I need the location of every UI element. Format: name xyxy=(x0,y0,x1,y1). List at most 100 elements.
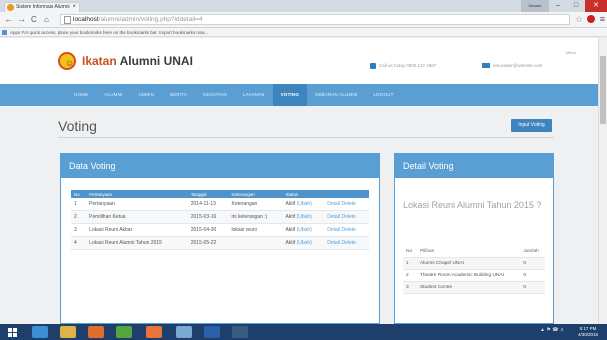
column-header: Pilihan xyxy=(416,246,521,258)
explorer-taskbar-icon[interactable] xyxy=(60,326,76,338)
phone-icon xyxy=(370,63,376,69)
delete-link[interactable]: Delete xyxy=(341,214,355,220)
detail-link[interactable]: Detail xyxy=(327,240,340,246)
close-window-button[interactable]: ✕ xyxy=(585,0,607,12)
delete-link[interactable]: Delete xyxy=(341,240,355,246)
column-header: No xyxy=(403,246,417,258)
apps-icon[interactable] xyxy=(2,30,7,35)
ie-taskbar-icon[interactable] xyxy=(32,326,48,338)
phone-text: Call us today 0800 122 4567 xyxy=(379,63,437,69)
menu-hint[interactable]: Menu xyxy=(566,50,576,55)
table-cell: Detail Delete xyxy=(324,198,369,211)
table-header-row: No Pertanyaan Tanggal Keterangan Status xyxy=(71,190,369,198)
nav-items: HOME ALUMNI ADMIN BERITA KEGIATAN LAYANAN VOTI… xyxy=(66,84,402,106)
table-cell: Detail Delete xyxy=(324,210,369,224)
question-cell: Pertanyaan xyxy=(89,201,115,207)
forward-icon[interactable]: → xyxy=(17,14,26,25)
word-taskbar-icon[interactable] xyxy=(204,326,220,338)
system-tray[interactable]: ▲ ⚑ ☎ ♬ xyxy=(540,327,565,333)
opera-icon[interactable] xyxy=(587,15,595,23)
change-status-link[interactable]: (Ubah) xyxy=(297,240,312,246)
site-brand[interactable]: Ikatan Alumni UNAI xyxy=(82,54,193,68)
nav-item-kegiatan[interactable]: KEGIATAN xyxy=(195,84,235,106)
url-path: /alumni/admin/voting.php?iddetail=4 xyxy=(98,16,203,23)
option-no-cell: 2 xyxy=(403,269,417,282)
delete-link[interactable]: Delete xyxy=(341,227,355,233)
option-jumlah-cell: 0 xyxy=(520,269,545,282)
table-cell: Detail Delete xyxy=(324,223,369,237)
back-icon[interactable]: ← xyxy=(4,14,13,25)
status-text: Aktif xyxy=(285,214,296,220)
row-number: 1 xyxy=(74,201,77,207)
column-header: Status xyxy=(282,190,325,198)
table-cell: Keterangan xyxy=(228,198,283,211)
delete-link[interactable]: Delete xyxy=(341,201,355,207)
minimize-button[interactable]: – xyxy=(549,0,567,12)
detail-link[interactable]: Detail xyxy=(327,227,340,233)
maximize-button[interactable]: □ xyxy=(567,0,585,12)
nav-item-berita[interactable]: BERITA xyxy=(162,84,195,106)
detail-link[interactable]: Detail xyxy=(327,214,340,220)
contact-email: emucaker@website.com xyxy=(482,63,542,69)
address-bar-row: ← → C ⌂ localhost/alumni/admin/voting.ph… xyxy=(0,12,607,28)
logo-smile-icon: ☺ xyxy=(65,58,75,68)
question-cell: Pemilihan Ketua xyxy=(89,214,126,220)
table-cell: Pertanyaan xyxy=(86,198,188,211)
change-status-link[interactable]: (Ubah) xyxy=(297,214,312,220)
nav-item-alumni[interactable]: ALUMNI xyxy=(96,84,130,106)
date-cell: 2015-04-30 xyxy=(190,227,217,233)
poll-question: Lokasi Reuni Alumni Tahun 2015 ? xyxy=(403,200,542,210)
user-badge[interactable]: Ubuntu xyxy=(521,0,549,12)
table-cell: 2015-03-16 xyxy=(187,210,229,224)
email-text[interactable]: emucaker@website.com xyxy=(493,63,542,68)
nav-item-voting[interactable]: VOTING xyxy=(272,84,308,106)
firefox-taskbar-icon[interactable] xyxy=(88,326,104,338)
table-cell: Lokasi Reuni Akbar xyxy=(86,223,188,237)
option-pilihan-cell: Student Centre xyxy=(416,281,521,294)
nav-item-admin[interactable]: ADMIN xyxy=(131,84,163,106)
home-icon[interactable]: ⌂ xyxy=(44,14,49,25)
window-controls: Ubuntu – □ ✕ xyxy=(521,0,607,12)
table-row: 3 Student Centre 0 xyxy=(403,281,545,294)
column-header: Jumlah xyxy=(520,246,545,258)
bookmarks-bar: Apps For quick access, place your bookma… xyxy=(0,28,607,37)
main-navigation: HOME ALUMNI ADMIN BERITA KEGIATAN LAYANAN VOTI… xyxy=(0,84,598,106)
browser-menu-icon[interactable]: ≡ xyxy=(600,14,605,24)
bookmark-star-icon[interactable]: ☆ xyxy=(575,14,583,25)
column-header: Tanggal xyxy=(187,190,229,198)
scrollbar-thumb[interactable] xyxy=(600,56,606,124)
date-cell: 2015-03-16 xyxy=(190,214,217,220)
site-logo[interactable]: ☺ xyxy=(58,52,76,70)
nav-item-sebaran-alumni[interactable]: SEBARAN ALUMNI xyxy=(307,84,365,106)
table-cell: Aktif (Ubah) xyxy=(282,223,325,237)
status-text: Aktif xyxy=(285,201,296,207)
page-title: Voting xyxy=(58,118,97,134)
table-cell: Pemilihan Ketua xyxy=(86,210,188,224)
xampp-taskbar-icon[interactable] xyxy=(146,326,162,338)
status-text: Aktif xyxy=(285,227,296,233)
url-input[interactable]: localhost/alumni/admin/voting.php?iddeta… xyxy=(60,14,570,25)
contact-phone: Call us today 0800 122 4567 xyxy=(370,63,436,69)
input-voting-button[interactable]: Input Voting xyxy=(511,119,552,132)
table-cell: Aktif (Ubah) xyxy=(282,236,325,250)
tab-close-icon[interactable]: × xyxy=(72,3,76,12)
nav-item-logout[interactable]: LOGOUT xyxy=(365,84,401,106)
note-cell: ini keterangan :) xyxy=(231,214,268,220)
nav-item-layanan[interactable]: LAYANAN xyxy=(235,84,273,106)
app-taskbar-icon[interactable] xyxy=(232,326,248,338)
change-status-link[interactable]: (Ubah) xyxy=(297,201,312,207)
table-cell: Aktif (Ubah) xyxy=(282,198,325,211)
table-row: 1 Pertanyaan 2014-11-13 Keterangan Aktif (Ub… xyxy=(71,198,369,211)
table-header-row: No Pilihan Jumlah xyxy=(403,246,545,258)
divider xyxy=(58,137,554,138)
nav-item-home[interactable]: HOME xyxy=(66,84,96,106)
detail-link[interactable]: Detail xyxy=(327,201,340,207)
photos-taskbar-icon[interactable] xyxy=(176,326,192,338)
change-status-link[interactable]: (Ubah) xyxy=(297,227,312,233)
start-button[interactable] xyxy=(8,328,17,337)
data-voting-panel: Data Voting No Pertanyaan Tanggal Keteranga… xyxy=(60,153,380,324)
media-taskbar-icon[interactable] xyxy=(116,326,132,338)
browser-tab[interactable]: Sistem Informasi Alumni × xyxy=(4,2,80,12)
reload-icon[interactable]: C xyxy=(31,14,37,25)
taskbar-clock[interactable]: 5:17 PM 4/30/2015 xyxy=(578,326,598,338)
